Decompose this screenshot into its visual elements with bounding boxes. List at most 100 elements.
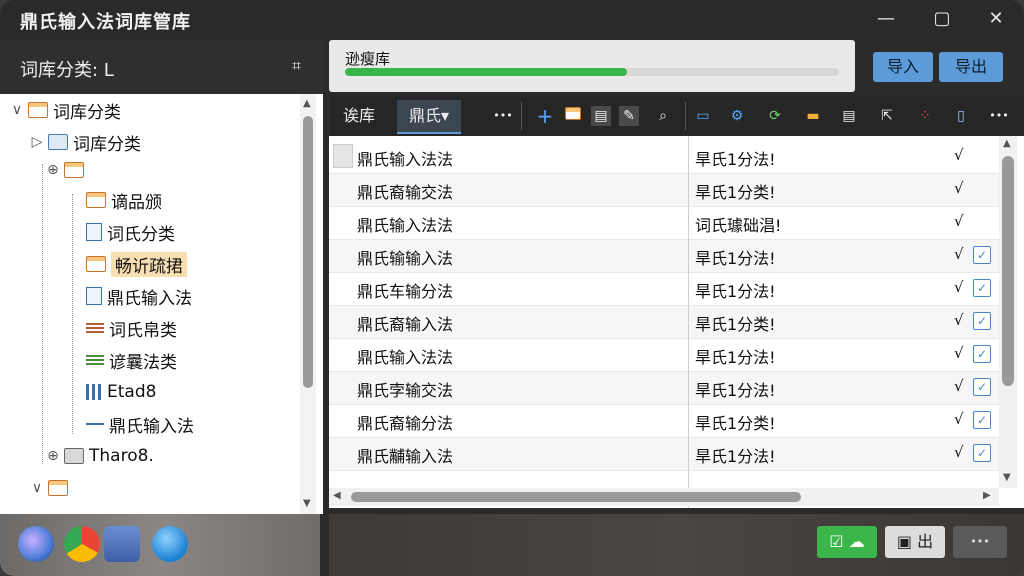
search-icon[interactable]: ⌕	[653, 106, 673, 126]
browser-icon[interactable]	[64, 526, 100, 562]
export-button[interactable]: 导出	[939, 52, 1003, 82]
folder-icon	[64, 162, 84, 178]
progress-bar	[345, 68, 839, 76]
grid-icon[interactable]: ⁘	[915, 106, 935, 126]
folder-open-icon[interactable]	[563, 106, 583, 126]
gear-icon[interactable]: ⚙	[727, 106, 747, 126]
export-image-button[interactable]: ▣ 出	[885, 526, 945, 558]
scroll-left-icon[interactable]: ◀	[333, 490, 341, 501]
tree-node-item[interactable]: 词氏帛类	[84, 314, 177, 342]
scrollbar-thumb[interactable]	[303, 116, 313, 388]
folder-icon	[86, 256, 106, 272]
status-mark: √	[954, 146, 964, 164]
tree-node-category[interactable]: ▷ 词库分类	[28, 128, 141, 156]
toolbar: 诶库 鼎氏▾ ••• + ▤ ✎ ⌕ ▭ ⚙ ⟳ ▬ ▤ ⇱ ⁘ ▯ •••	[329, 96, 1024, 136]
app-icon[interactable]	[18, 526, 54, 562]
row-checkbox[interactable]: ✓	[973, 345, 991, 363]
edit-icon[interactable]: ✎	[619, 106, 639, 126]
list-icon	[86, 323, 104, 333]
import-button[interactable]: 导入	[873, 52, 933, 82]
table-row[interactable]: 鼎氏黼输入法 旱氏1分法! √ ✓	[329, 437, 999, 471]
close-button[interactable]: ✕	[978, 6, 1014, 32]
expand-icon[interactable]: ▷	[28, 134, 46, 150]
table-vertical-scrollbar[interactable]: ▲ ▼	[999, 136, 1017, 488]
table-row[interactable]: 鼎氏输输入法 旱氏1分法! √ ✓	[329, 239, 999, 273]
scroll-right-icon[interactable]: ▶	[983, 490, 991, 501]
table-row[interactable]: 鼎氏输入法法 旱氏1分法! √	[329, 140, 999, 174]
scroll-down-icon[interactable]: ▼	[303, 498, 311, 509]
description-cell: 词氏璩础淐!	[695, 216, 782, 235]
chevron-down-icon[interactable]: ∨	[28, 480, 46, 496]
category-tree: ∨ 词库分类 ▷ 词库分类 ⊕ 谪品颁 词氏分类 畅䜣疏捃 鼎氏输入法 词氏帛类…	[0, 94, 300, 514]
scrollbar-thumb[interactable]	[351, 492, 801, 502]
restore-button[interactable]: ▢	[924, 6, 960, 32]
row-checkbox[interactable]: ✓	[973, 246, 991, 264]
scrollbar-thumb[interactable]	[1002, 156, 1014, 386]
tree-node-item[interactable]: 鼎氏输入法	[84, 410, 194, 438]
document-icon	[86, 223, 102, 241]
folder-icon	[48, 134, 68, 150]
more-icon[interactable]: •••	[493, 106, 513, 126]
table-row[interactable]: 鼎氏车输分法 旱氏1分法! √ ✓	[329, 272, 999, 306]
tree-node-item-selected[interactable]: 畅䜣疏捃	[84, 250, 187, 278]
document-icon[interactable]: ▤	[591, 106, 611, 126]
description-cell: 旱氏1分法!	[695, 150, 776, 169]
tab-dingshi[interactable]: 鼎氏▾	[397, 100, 462, 134]
refresh-icon[interactable]: ⟳	[765, 106, 785, 126]
confirm-button[interactable]: ☑ ☁	[817, 526, 877, 558]
description-cell: 旱氏1分法!	[695, 447, 776, 466]
chevron-down-icon[interactable]: ∨	[8, 102, 26, 118]
description-cell: 旱氏1分法!	[695, 348, 776, 367]
table-row[interactable]: 鼎氏输入法法 旱氏1分法! √ ✓	[329, 338, 999, 372]
table-horizontal-scrollbar[interactable]: ◀ ▶	[329, 488, 999, 506]
table-row[interactable]: 鼎氏裔输入法 旱氏1分类! √ ✓	[329, 305, 999, 339]
export-icon[interactable]: ⇱	[877, 106, 897, 126]
description-cell: 旱氏1分类!	[695, 183, 776, 202]
notes-icon[interactable]: ▤	[839, 106, 859, 126]
scroll-up-icon[interactable]: ▲	[303, 98, 311, 109]
file-icon[interactable]: ▯	[951, 106, 971, 126]
more-button[interactable]: •••	[953, 526, 1007, 558]
globe-icon[interactable]	[152, 526, 188, 562]
table-row[interactable]: 鼎氏孛输交法 旱氏1分法! √ ✓	[329, 371, 999, 405]
row-checkbox[interactable]: ✓	[973, 378, 991, 396]
tree-node-item[interactable]: 词氏分类	[84, 218, 175, 246]
scroll-up-icon[interactable]: ▲	[1003, 138, 1011, 149]
row-checkbox[interactable]: ✓	[973, 279, 991, 297]
tree-node-folder[interactable]: ⊕ Tharo8.	[44, 442, 154, 470]
tree-node-folder[interactable]: ∨	[28, 474, 73, 502]
keyboard-icon[interactable]: ▭	[693, 106, 713, 126]
add-icon[interactable]: +	[535, 106, 555, 126]
scroll-down-icon[interactable]: ▼	[1003, 472, 1011, 483]
minimize-button[interactable]: —	[868, 6, 904, 32]
table-row[interactable]: 鼎氏裔输交法 旱氏1分类! √	[329, 173, 999, 207]
folder-icon: ▣	[896, 532, 912, 551]
list-icon	[86, 355, 104, 365]
folder-icon[interactable]: ▬	[803, 106, 823, 126]
table-row[interactable]: 鼎氏裔输分法 旱氏1分类! √ ✓	[329, 404, 999, 438]
sidebar-scrollbar[interactable]: ▲ ▼	[300, 94, 316, 514]
table-row[interactable]: 鼎氏输入法法 词氏璩础淐! √	[329, 206, 999, 240]
photos-icon[interactable]	[104, 526, 140, 562]
tree-node-folder[interactable]: ⊕	[44, 156, 89, 184]
tree-node-item[interactable]: Etad8	[84, 378, 156, 406]
expand-icon[interactable]: ⊕	[44, 162, 62, 178]
app-window: 鼎氏输入法词库管库 — ▢ ✕ 词库分类: L ⌗ ∨ 词库分类 ▷ 词库分类 …	[0, 0, 1024, 576]
tree-node-root[interactable]: ∨ 词库分类	[8, 96, 121, 124]
tree-node-item[interactable]: 谚曩法类	[84, 346, 177, 374]
tree-node-item[interactable]: 谪品颁	[84, 186, 162, 214]
tab-library[interactable]: 诶库	[343, 100, 375, 132]
tree-node-item[interactable]: 鼎氏输入法	[84, 282, 192, 310]
row-checkbox[interactable]: ✓	[973, 444, 991, 462]
status-mark: √	[954, 179, 964, 197]
more-icon[interactable]: •••	[989, 106, 1009, 126]
crop-icon[interactable]: ⌗	[292, 56, 301, 76]
word-cell: 鼎氏输入法法	[357, 348, 454, 367]
word-cell: 鼎氏输入法法	[357, 150, 454, 169]
dock	[0, 514, 320, 576]
row-checkbox[interactable]: ✓	[973, 312, 991, 330]
row-selector[interactable]	[333, 144, 353, 168]
row-checkbox[interactable]: ✓	[973, 411, 991, 429]
expand-icon[interactable]: ⊕	[44, 448, 62, 464]
word-cell: 鼎氏车输分法	[357, 282, 454, 301]
